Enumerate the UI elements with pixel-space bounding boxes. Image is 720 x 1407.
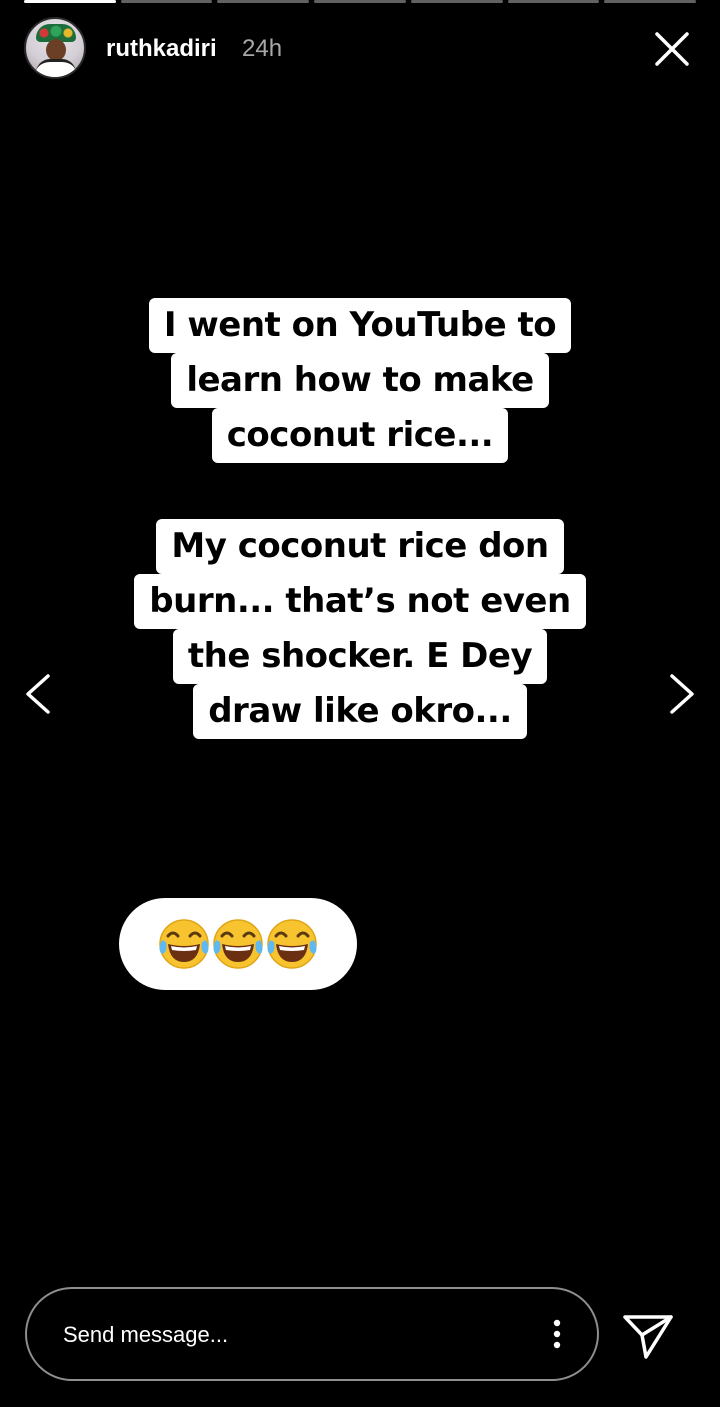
text-sticker: I went on YouTube to learn how to make c…: [0, 298, 720, 463]
sticker-line: I went on YouTube to: [148, 298, 572, 353]
send-direct-icon[interactable]: [622, 1309, 674, 1361]
username[interactable]: ruthkadiri: [106, 35, 217, 63]
next-story-chevron-icon[interactable]: [660, 672, 700, 716]
tears-of-joy-emoji-icon: [213, 919, 263, 969]
sticker-line: learn how to make: [171, 353, 549, 408]
tears-of-joy-emoji-icon: [267, 919, 317, 969]
tears-of-joy-emoji-icon: [159, 919, 209, 969]
story-progress-bar: [24, 0, 697, 3]
progress-segment: [410, 0, 503, 3]
progress-segment: [507, 0, 600, 3]
send-message-input[interactable]: [61, 1289, 505, 1381]
progress-segment: [120, 0, 213, 3]
avatar-face: [46, 39, 66, 61]
progress-segment: [24, 0, 116, 3]
text-sticker: My coconut rice don burn... that’s not e…: [0, 519, 720, 739]
avatar[interactable]: [24, 17, 86, 79]
progress-segment: [314, 0, 406, 3]
previous-story-chevron-icon[interactable]: [20, 672, 60, 716]
emoji-sticker: [119, 898, 357, 990]
sticker-line: My coconut rice don: [156, 519, 564, 574]
send-message-field-container: [25, 1287, 599, 1381]
progress-segment: [217, 0, 310, 3]
sticker-line: coconut rice...: [211, 408, 509, 463]
progress-segment: [604, 0, 697, 3]
more-options-icon[interactable]: [553, 1319, 561, 1349]
avatar-body: [36, 59, 76, 77]
story-header: ruthkadiri 24h: [24, 17, 696, 81]
post-time: 24h: [242, 35, 283, 62]
sticker-line: the shocker. E Dey: [172, 629, 548, 684]
close-icon[interactable]: [652, 29, 692, 69]
sticker-line: burn... that’s not even: [134, 574, 586, 629]
sticker-line: draw like okro...: [193, 684, 527, 739]
